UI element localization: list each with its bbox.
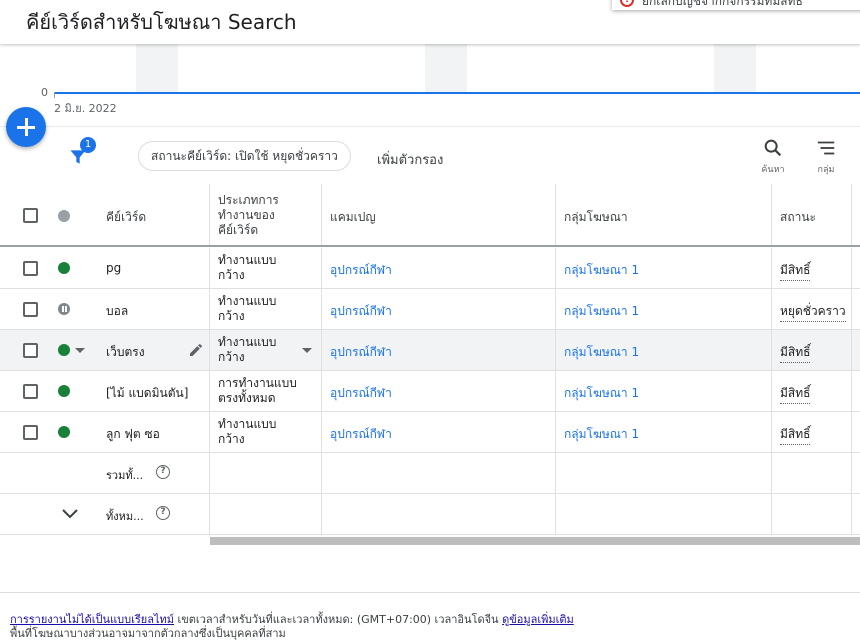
status-text[interactable]: มีสิทธิ์ xyxy=(780,343,811,363)
table-header-row: คีย์เวิร์ด ประเภทการทำงานของคีย์เวิร์ด แ… xyxy=(0,184,860,247)
third-party-notice: พื้นที่โฆษณาบางส่วนอาจมาจากตัวกลางซึ่งเป… xyxy=(10,627,286,640)
column-header-match-type[interactable]: ประเภทการทำงานของคีย์เวิร์ด xyxy=(218,193,314,238)
keyword-text[interactable]: ลูก ฟุต ซอ xyxy=(106,425,160,444)
help-icon[interactable]: ? xyxy=(156,506,170,520)
help-icon[interactable]: ? xyxy=(156,465,170,479)
summary-row-total: รวมทั้... ? xyxy=(0,453,860,494)
campaign-link[interactable]: อุปกรณ์กีฬา xyxy=(330,261,392,280)
table-row[interactable]: ลูก ฟุต ซอ ทำงานแบบกว้าง อุปกรณ์กีฬา กลุ… xyxy=(0,412,860,453)
chart-x-tick xyxy=(54,92,55,98)
learn-more-link[interactable]: ดูข้อมูลเพิ่มเติม xyxy=(502,613,574,626)
filter-count-badge: 1 xyxy=(80,137,96,153)
table-row[interactable]: [ไม้ แบดมินตัน] การทำงานแบบตรงทั้งหมด อุ… xyxy=(0,371,860,412)
error-toast[interactable]: ! ยกเลิกบัญชีจากกิจกรรมที่มีสิทธิ์ xyxy=(612,0,860,10)
search-icon xyxy=(764,139,782,157)
chart-weekend-band xyxy=(425,44,467,92)
horizontal-scrollbar[interactable] xyxy=(210,537,860,545)
footer-notice: การรายงานไม่ได้เป็นแบบเรียลไทม์ เขตเวลาส… xyxy=(10,613,574,641)
table-row[interactable]: บอล ทำงานแบบกว้าง อุปกรณ์กีฬา กลุ่มโฆษณา… xyxy=(0,289,860,330)
search-label: ค้นหา xyxy=(761,165,785,175)
keyword-text[interactable]: บอล xyxy=(106,302,128,321)
keyword-text[interactable]: pg xyxy=(106,261,121,275)
summary-total-label: รวมทั้... xyxy=(106,469,144,482)
ad-group-link[interactable]: กลุ่มโฆษณา 1 xyxy=(564,425,639,444)
edit-pencil-icon[interactable] xyxy=(188,342,204,358)
toast-message: ยกเลิกบัญชีจากกิจกรรมที่มีสิทธิ์ xyxy=(642,0,803,8)
match-type-text: การทำงานแบบตรงทั้งหมด xyxy=(218,376,297,405)
divider xyxy=(0,592,860,593)
column-header-campaign[interactable]: แคมเปญ xyxy=(330,208,376,227)
campaign-link[interactable]: อุปกรณ์กีฬา xyxy=(330,425,392,444)
match-type-text: ทำงานแบบกว้าง xyxy=(218,253,277,282)
ad-group-link[interactable]: กลุ่มโฆษณา 1 xyxy=(564,343,639,362)
search-button[interactable]: ค้นหา xyxy=(753,137,793,181)
match-type-dropdown-caret-icon[interactable] xyxy=(302,348,312,353)
status-text[interactable]: หยุดชั่วคราว xyxy=(780,302,846,322)
campaign-link[interactable]: อุปกรณ์กีฬา xyxy=(330,302,392,321)
add-filter-button[interactable]: เพิ่มตัวกรอง xyxy=(377,149,443,170)
chart-y-zero-label: 0 xyxy=(41,86,48,99)
match-type-text: ทำงานแบบกว้าง xyxy=(218,417,277,446)
column-header-keyword[interactable]: คีย์เวิร์ด xyxy=(106,208,146,227)
summary-all-label: ทั้งหม... xyxy=(106,510,144,523)
ad-group-link[interactable]: กลุ่มโฆษณา 1 xyxy=(564,302,639,321)
chart-x-date-label: 2 มิ.ย. 2022 xyxy=(54,102,117,115)
keyword-text[interactable]: [ไม้ แบดมินตัน] xyxy=(106,384,188,403)
chart-weekend-band xyxy=(714,44,756,92)
group-button[interactable]: กลุ่ม xyxy=(806,137,846,181)
status-filter-chip[interactable]: สถานะคีย์เวิร์ด: เปิดใช้ หยุดชั่วคราว xyxy=(138,141,351,171)
add-keyword-button[interactable] xyxy=(6,107,46,147)
table-row[interactable]: pg ทำงานแบบกว้าง อุปกรณ์กีฬา กลุ่มโฆษณา … xyxy=(0,248,860,289)
page-header: คีย์เวิร์ดสำหรับโฆษณา Search ! ยกเลิกบัญ… xyxy=(0,0,860,44)
status-text[interactable]: มีสิทธิ์ xyxy=(780,425,811,445)
match-type-text[interactable]: ทำงานแบบกว้าง xyxy=(218,335,288,365)
ad-group-link[interactable]: กลุ่มโฆษณา 1 xyxy=(564,384,639,403)
error-icon: ! xyxy=(620,0,634,7)
ad-group-link[interactable]: กลุ่มโฆษณา 1 xyxy=(564,261,639,280)
realtime-reporting-link[interactable]: การรายงานไม่ได้เป็นแบบเรียลไทม์ xyxy=(10,613,174,626)
group-label: กลุ่ม xyxy=(817,165,835,175)
timezone-text: เขตเวลาสำหรับวันที่และเวลาทั้งหมด: (GMT+… xyxy=(174,613,503,626)
performance-chart: 0 2 มิ.ย. 2022 xyxy=(0,44,860,126)
column-header-status[interactable]: สถานะ xyxy=(780,208,816,227)
match-type-text: ทำงานแบบกว้าง xyxy=(218,294,277,323)
column-header-ad-group[interactable]: กลุ่มโฆษณา xyxy=(564,208,628,227)
segment-icon xyxy=(817,141,835,155)
page-title: คีย์เวิร์ดสำหรับโฆษณา Search xyxy=(26,10,297,34)
campaign-link[interactable]: อุปกรณ์กีฬา xyxy=(330,384,392,403)
chart-series-line xyxy=(54,92,860,94)
status-text[interactable]: มีสิทธิ์ xyxy=(780,384,811,404)
keyword-text[interactable]: เว็บตรง xyxy=(106,343,145,362)
campaign-link[interactable]: อุปกรณ์กีฬา xyxy=(330,343,392,362)
chart-weekend-band xyxy=(136,44,178,92)
table-toolbar: 1 สถานะคีย์เวิร์ด: เปิดใช้ หยุดชั่วคราว … xyxy=(0,126,860,184)
status-text[interactable]: มีสิทธิ์ xyxy=(780,261,811,281)
table-row[interactable]: เว็บตรง ทำงานแบบกว้าง อุปกรณ์กีฬา กลุ่มโ… xyxy=(0,330,860,371)
summary-row-all: ทั้งหม... ? xyxy=(0,494,860,535)
